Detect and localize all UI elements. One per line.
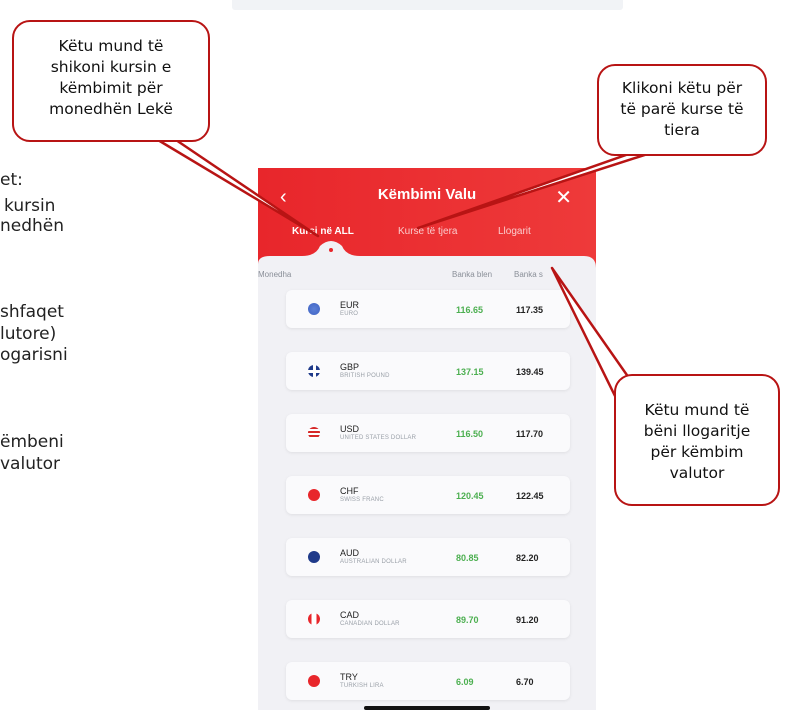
callout-line: Klikoni këtu për	[621, 79, 743, 97]
callout-llogarit: Këtu mund të bëni llogaritje për këmbim …	[614, 374, 780, 506]
callout-line: bëni llogaritje	[643, 422, 751, 440]
callout-line: këmbimit për	[59, 79, 163, 97]
callout-line: Këtu mund të	[58, 37, 164, 55]
callout-line: valutor	[669, 464, 725, 482]
callout-line: monedhën Lekë	[49, 100, 173, 118]
callout-line: Këtu mund të	[644, 401, 750, 419]
callout-line: tiera	[664, 121, 700, 139]
callout-line: për këmbim	[650, 443, 744, 461]
callout-kursi-all: Këtu mund të shikoni kursin e këmbimit p…	[12, 20, 210, 142]
callout-line: shikoni kursin e	[50, 58, 172, 76]
callout-line: të parë kurse të	[620, 100, 744, 118]
callout-kurse-te-tjera: Klikoni këtu për të parë kurse të tiera	[597, 64, 767, 156]
